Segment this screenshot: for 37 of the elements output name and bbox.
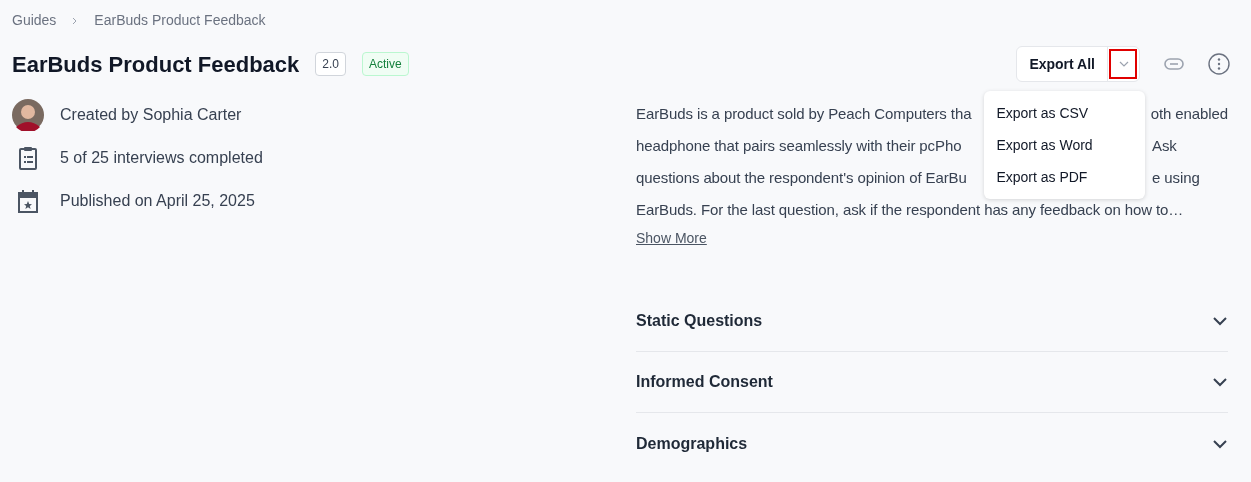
breadcrumb-link[interactable]: EarBuds Product Feedback: [94, 10, 266, 31]
page-title: EarBuds Product Feedback: [12, 50, 300, 79]
section-title: Static Questions: [636, 311, 763, 331]
description-text: questions about the respondent's opinion of EarBu: [636, 168, 968, 188]
meta-text: Created by Sophia Carter: [60, 105, 242, 125]
meta-text: 5 of 25 interviews completed: [60, 148, 263, 168]
accordion-header[interactable]: Informed Consent: [636, 352, 1228, 413]
more-options-icon[interactable]: [1208, 53, 1230, 75]
clipboard-icon: [18, 146, 38, 170]
chevron-right-icon: [72, 16, 79, 25]
avatar-icon: [12, 99, 44, 131]
description-text: EarBuds is a product sold by Peach Computers tha: [636, 104, 973, 124]
accordion-header[interactable]: Static Questions: [636, 291, 1228, 352]
description-text: EarBuds. For the last question, ask if the respondent has any feedback on how to…: [636, 200, 1184, 220]
menu-item[interactable]: Export as CSV: [984, 97, 1146, 129]
status-badge: Active: [362, 52, 409, 76]
export-button[interactable]: Export All: [1017, 47, 1107, 81]
chevron-icon: [1212, 377, 1228, 387]
menu-item[interactable]: Export as PDF: [984, 161, 1146, 193]
dropdown-toggle[interactable]: [1107, 47, 1139, 81]
link-icon[interactable]: [1164, 58, 1184, 70]
description-text: Ask: [1152, 136, 1177, 156]
breadcrumb-link[interactable]: Guides: [12, 10, 57, 31]
meta-text: Published on April 25, 2025: [60, 191, 255, 211]
chevron-icon: [1212, 438, 1228, 449]
menu-item[interactable]: Export as Word: [984, 129, 1146, 161]
calendar-icon: [17, 189, 39, 213]
section-title: Informed Consent: [636, 372, 773, 392]
version-badge: 2.0: [315, 52, 346, 76]
description-text: oth enabled: [1150, 104, 1228, 124]
chevron-icon: [1118, 61, 1129, 67]
chevron-icon: [1212, 316, 1228, 326]
accordion-header[interactable]: Demographics: [636, 413, 1228, 474]
section-title: Demographics: [636, 433, 748, 454]
description-text: e using: [1152, 168, 1200, 188]
description-text: headphone that pairs seamlessly with their pcPho: [636, 136, 963, 156]
show-more-link[interactable]: Show More: [636, 230, 707, 246]
